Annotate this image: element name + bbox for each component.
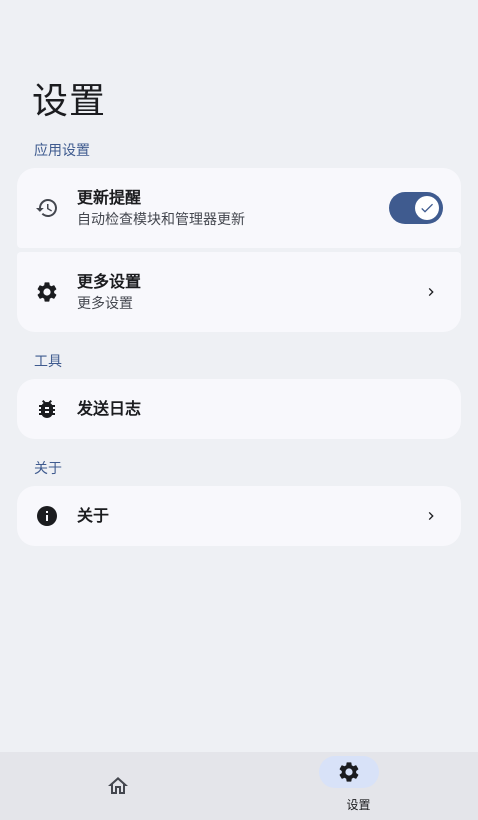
toggle-knob: [415, 196, 439, 220]
section-label-app-settings: 应用设置: [34, 143, 90, 159]
gear-icon: [339, 762, 359, 782]
bug-icon: [35, 397, 59, 421]
about-row[interactable]: 关于: [17, 486, 461, 546]
nav-label-settings: 设置: [346, 798, 371, 812]
home-icon: [108, 777, 128, 794]
page-title: 设置: [32, 81, 107, 122]
update-reminder-title: 更新提醒: [77, 188, 142, 207]
nav-item-home[interactable]: [8, 752, 247, 820]
tools-card: 发送日志: [17, 379, 461, 439]
more-settings-row[interactable]: 更多设置 更多设置: [17, 252, 461, 332]
update-reminder-row[interactable]: 更新提醒 自动检查模块和管理器更新: [17, 168, 461, 248]
bottom-nav: 设置: [0, 752, 478, 820]
gear-icon: [35, 280, 59, 304]
about-card: 关于: [17, 486, 461, 546]
app-settings-card: 更新提醒 自动检查模块和管理器更新 更多设置 更多设置: [17, 168, 461, 332]
update-reminder-toggle[interactable]: [389, 192, 443, 224]
send-log-title: 发送日志: [77, 399, 142, 418]
more-settings-title: 更多设置: [77, 272, 142, 291]
section-label-about: 关于: [34, 461, 62, 477]
section-label-tools: 工具: [34, 354, 62, 370]
check-icon: [421, 203, 433, 213]
update-reminder-subtitle: 自动检查模块和管理器更新: [77, 212, 245, 228]
nav-pill-home: [88, 770, 148, 802]
about-title: 关于: [77, 506, 110, 525]
send-log-row[interactable]: 发送日志: [17, 379, 461, 439]
nav-item-settings[interactable]: 设置: [239, 752, 478, 820]
nav-pill-settings: [319, 756, 379, 788]
more-settings-subtitle: 更多设置: [77, 296, 133, 312]
chevron-right-icon: [423, 508, 439, 524]
info-icon: [35, 504, 59, 528]
history-icon: [35, 196, 59, 220]
chevron-right-icon: [423, 284, 439, 300]
